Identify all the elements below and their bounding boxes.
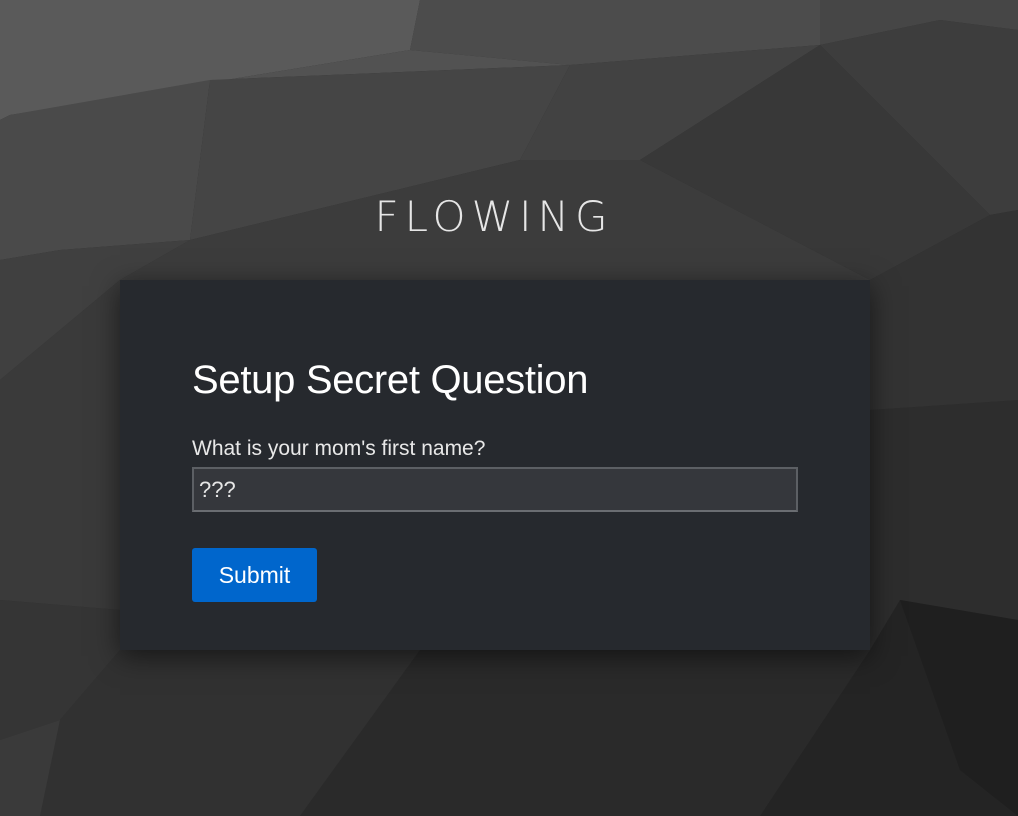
- page-title: Setup Secret Question: [192, 358, 589, 402]
- submit-button[interactable]: Submit: [192, 548, 317, 602]
- secret-question-label: What is your mom's first name?: [192, 437, 486, 460]
- brand-logo-text: FLOWING: [374, 192, 614, 241]
- secret-answer-input[interactable]: [192, 467, 798, 512]
- secret-question-card: Setup Secret Question What is your mom's…: [120, 280, 870, 650]
